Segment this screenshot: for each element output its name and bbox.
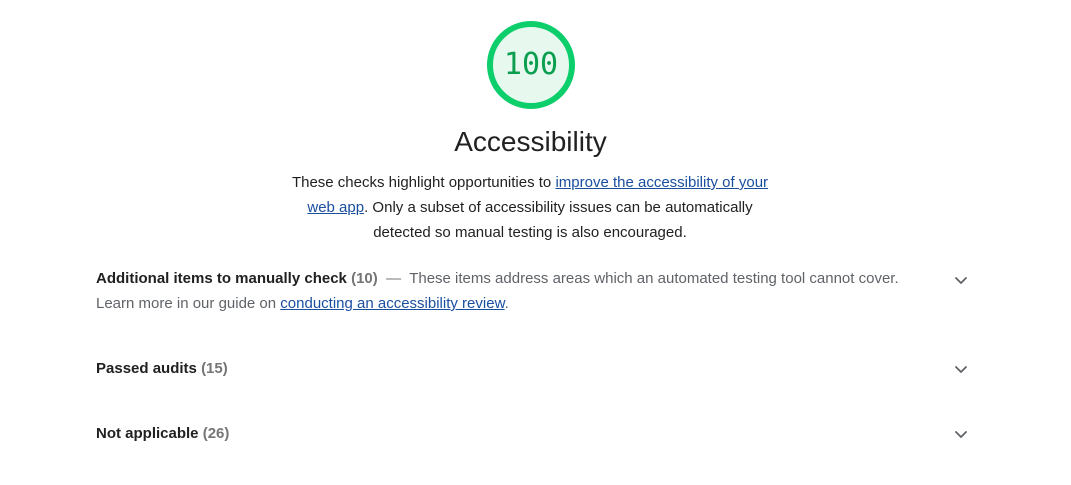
group-count: (10): [351, 270, 378, 287]
group-separator: —: [386, 270, 402, 287]
lighthouse-category-section: 100 Accessibility These checks highlight…: [0, 0, 1071, 485]
category-description-text: These checks highlight opportunities to: [291, 174, 556, 191]
group-count: (26): [202, 425, 230, 442]
score-value: 100: [503, 47, 559, 82]
category-description-suffix: . Only a subset of accessibility issues …: [364, 199, 753, 241]
group-not-applicable-header[interactable]: Not applicable (26): [96, 421, 976, 446]
group-title: Additional items to manually check: [96, 270, 347, 287]
chevron-down-icon[interactable]: [954, 273, 968, 287]
category-description: These checks highlight opportunities to …: [285, 170, 775, 245]
chevron-down-icon[interactable]: [954, 427, 968, 441]
chevron-down-icon[interactable]: [954, 362, 968, 376]
group-description-suffix: .: [504, 295, 509, 312]
group-passed-audits[interactable]: Passed audits (15): [96, 356, 976, 381]
group-passed-audits-header[interactable]: Passed audits (15): [96, 356, 976, 381]
group-manual-checks-header[interactable]: Additional items to manually check (10) …: [96, 266, 976, 316]
group-manual-checks[interactable]: Additional items to manually check (10) …: [96, 266, 976, 316]
group-count: (15): [201, 360, 228, 377]
group-title: Not applicable: [96, 425, 199, 442]
group-not-applicable[interactable]: Not applicable (26): [96, 421, 976, 446]
score-gauge[interactable]: 100: [485, 19, 577, 111]
group-title: Passed audits: [96, 360, 197, 377]
accessibility-review-link[interactable]: conducting an accessibility review: [280, 295, 504, 312]
category-title: Accessibility: [454, 126, 607, 157]
